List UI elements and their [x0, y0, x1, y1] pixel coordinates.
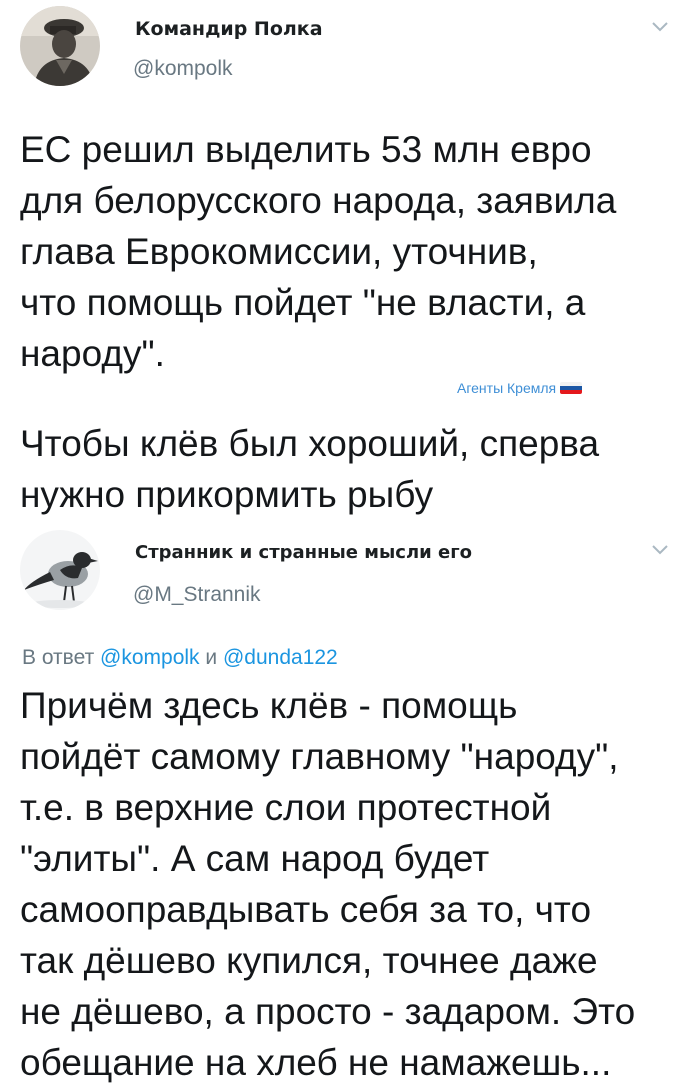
avatar-image — [20, 530, 100, 610]
author-name[interactable]: Странник и странные мысли его — [135, 542, 472, 563]
tweet-text: Причём здесь клёв - помощь пойдёт самому… — [20, 685, 636, 1083]
author-handle[interactable]: @kompolk — [133, 57, 233, 81]
caption-text: Чтобы клёв был хороший, сперва нужно при… — [20, 423, 600, 515]
mention-link-dunda122[interactable]: @dunda122 — [223, 646, 338, 669]
reply-prefix: В ответ — [22, 646, 95, 669]
watermark: Агенты Кремля — [457, 380, 583, 396]
mention-link-kompolk[interactable]: @kompolk — [100, 646, 200, 669]
avatar-kompolk[interactable] — [20, 6, 100, 86]
reply-context: В ответ @kompolk и @dunda122 — [22, 646, 338, 670]
reply-conjunction: и — [205, 646, 218, 669]
tweet-menu-button[interactable] — [650, 543, 670, 562]
author-name[interactable]: Командир Полка — [135, 18, 323, 40]
tweet-text: ЕС решил выделить 53 млн евро для белору… — [20, 129, 617, 374]
avatar-strannik[interactable] — [20, 530, 100, 610]
avatar-image — [20, 6, 100, 86]
russian-flag-icon — [560, 382, 583, 394]
watermark-text: Агенты Кремля — [457, 380, 557, 396]
chevron-down-icon — [652, 545, 668, 555]
author-handle[interactable]: @M_Strannik — [133, 583, 261, 607]
tweet-menu-button[interactable] — [650, 20, 670, 39]
chevron-down-icon — [652, 22, 668, 32]
